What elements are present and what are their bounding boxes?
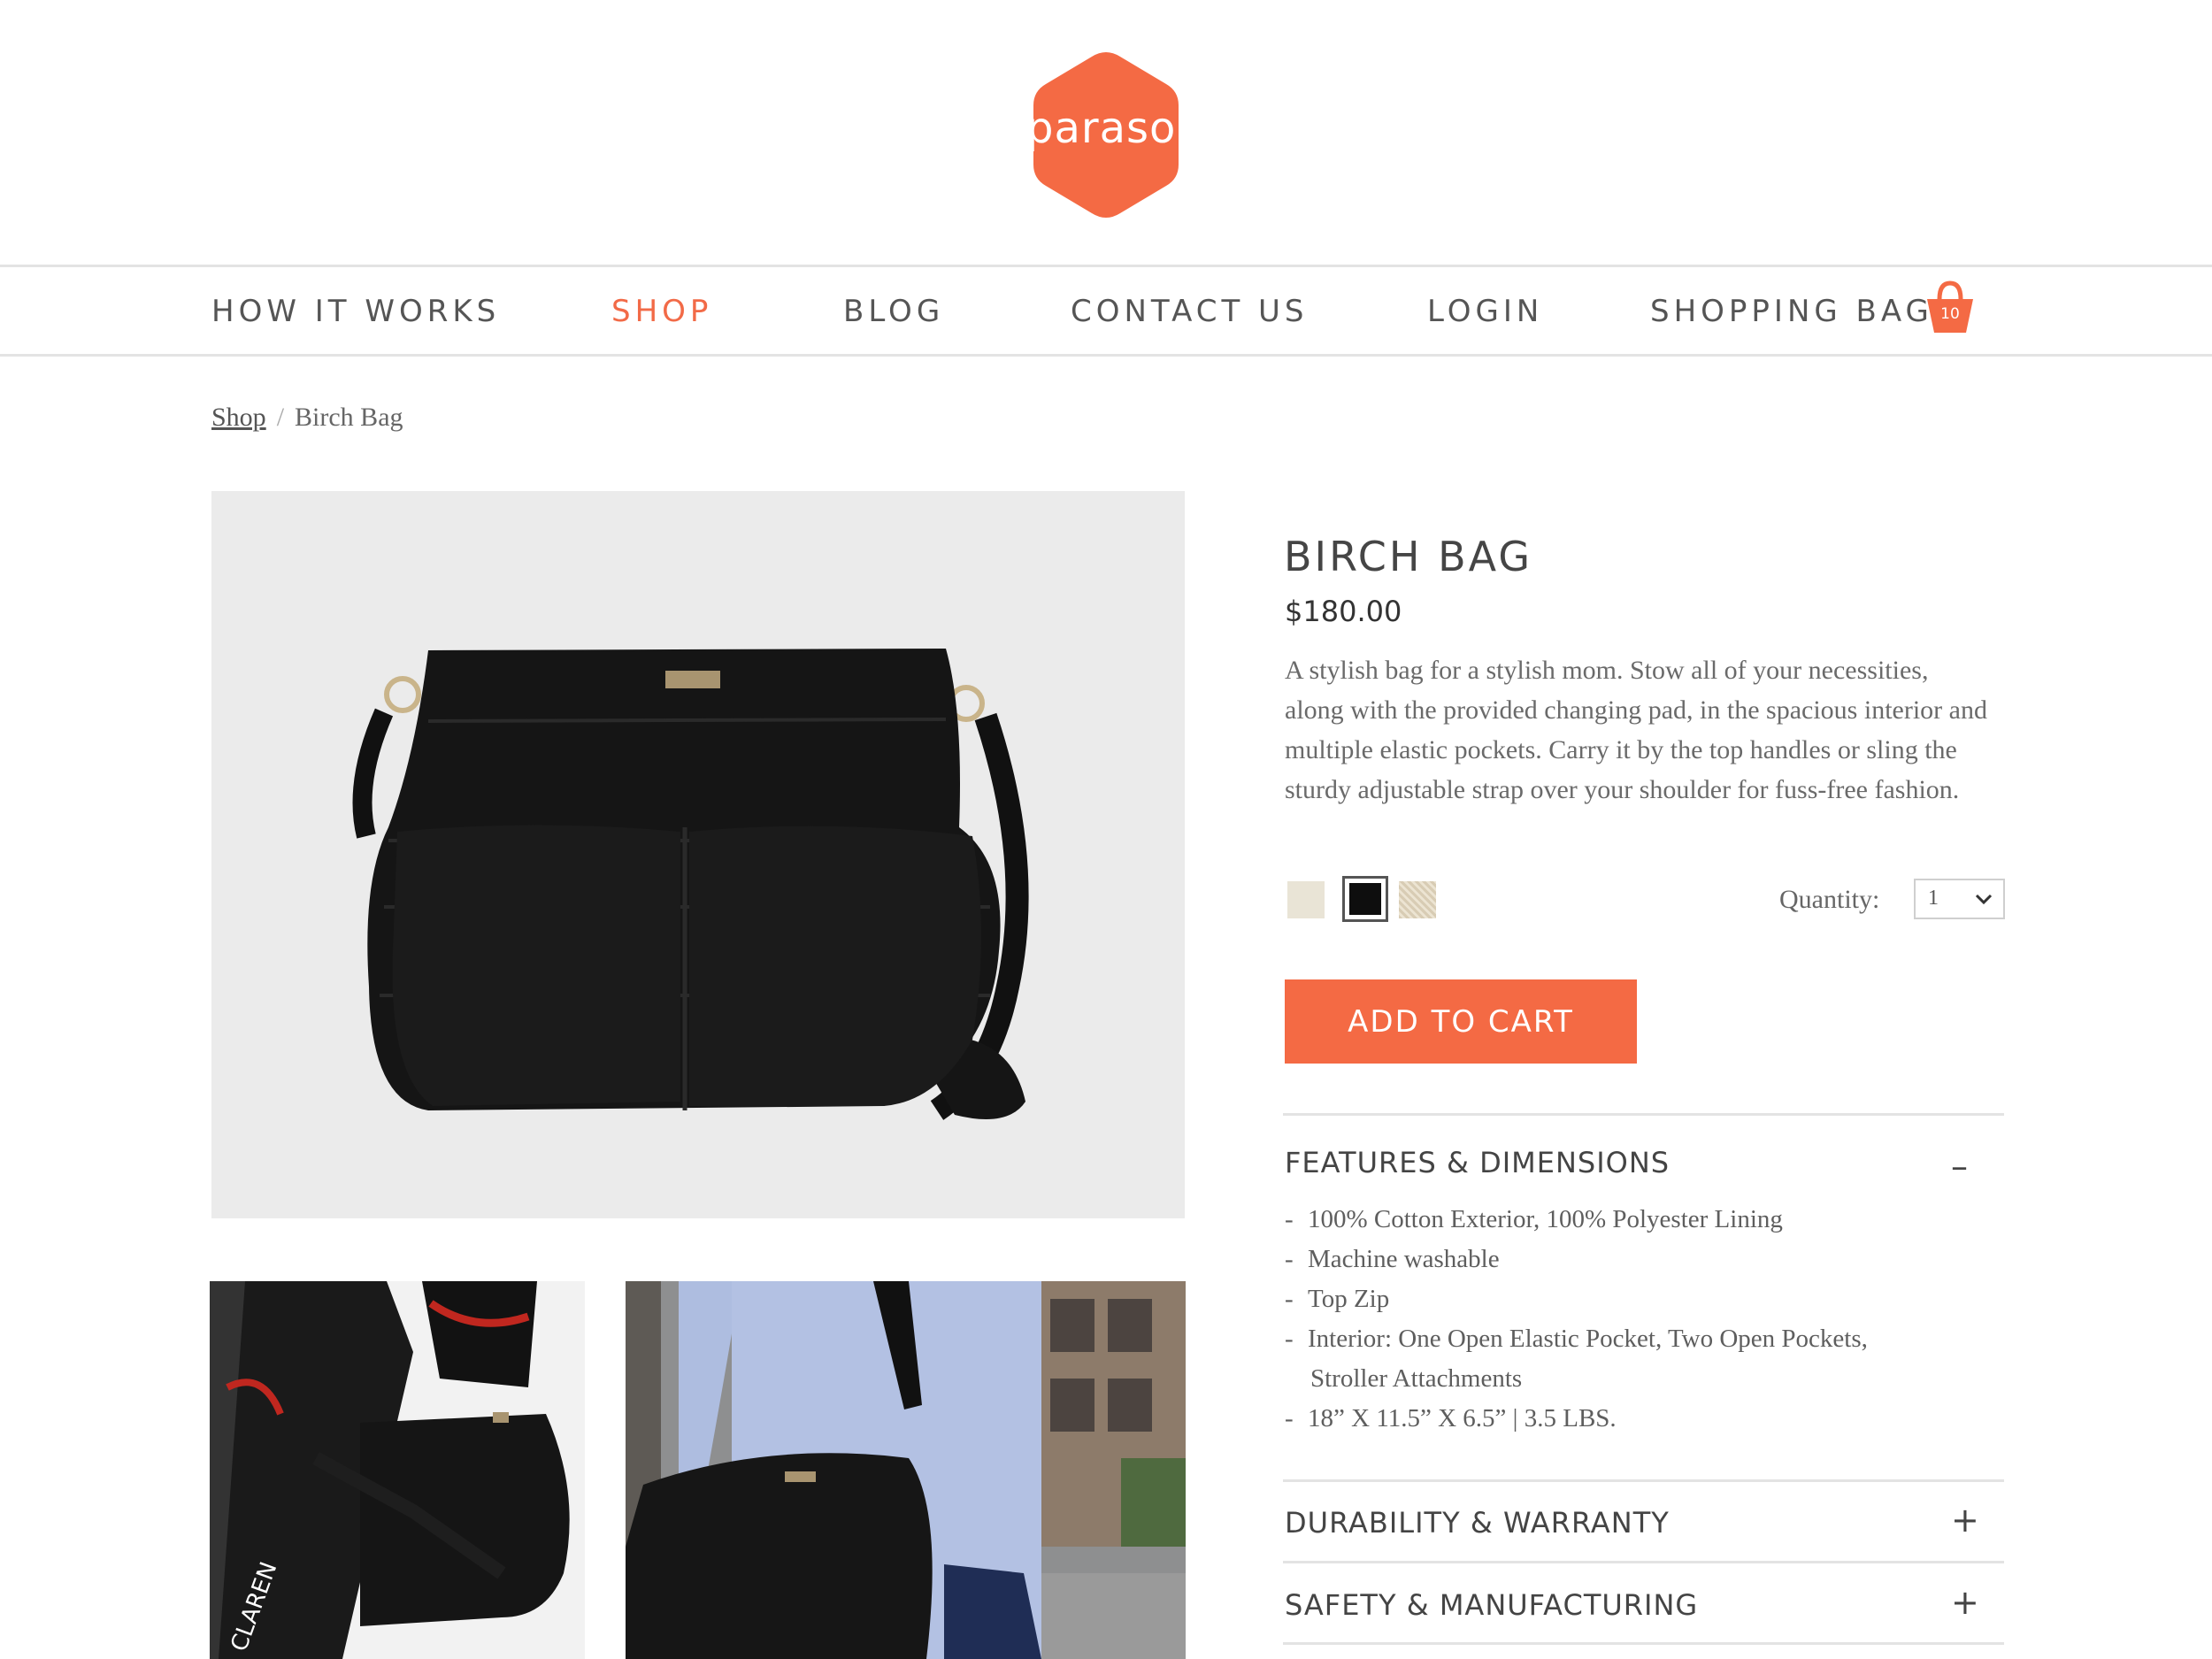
brand-logo[interactable]: parasol bbox=[1026, 49, 1189, 221]
brand-name: parasol bbox=[1026, 104, 1189, 153]
product-main-image[interactable] bbox=[211, 491, 1185, 1218]
accordion-features-title[interactable]: FEATURES & DIMENSIONS bbox=[1285, 1146, 1670, 1179]
divider bbox=[1283, 1561, 2004, 1563]
stroller-photo: CLAREN bbox=[210, 1281, 585, 1659]
nav-contact-us[interactable]: CONTACT US bbox=[1071, 294, 1309, 329]
nav-login[interactable]: LOGIN bbox=[1427, 294, 1543, 329]
quantity-label: Quantity: bbox=[1779, 885, 1880, 914]
breadcrumb: Shop / Birch Bag bbox=[211, 403, 403, 433]
nav-shop[interactable]: SHOP bbox=[611, 294, 712, 329]
swatch-black-fill bbox=[1349, 883, 1381, 915]
list-item: 100% Cotton Exterior, 100% Polyester Lin… bbox=[1285, 1200, 1993, 1240]
chevron-down-icon bbox=[1975, 894, 1993, 905]
nav-how-it-works[interactable]: HOW IT WORKS bbox=[211, 294, 500, 329]
list-item-continuation: Stroller Attachments bbox=[1310, 1364, 1523, 1393]
collapse-icon[interactable]: – bbox=[1951, 1147, 1968, 1186]
quantity-select[interactable]: 1 bbox=[1914, 879, 2005, 919]
product-title: BIRCH BAG bbox=[1284, 533, 1532, 580]
accordion-durability-title[interactable]: DURABILITY & WARRANTY bbox=[1285, 1506, 1670, 1540]
bag-count-badge: 10 bbox=[1940, 305, 1960, 323]
nav-shopping-bag[interactable]: SHOPPING BAG bbox=[1650, 294, 1933, 329]
product-thumbnail-model[interactable] bbox=[626, 1281, 1186, 1659]
accordion-safety-title[interactable]: SAFETY & MANUFACTURING bbox=[1285, 1588, 1698, 1622]
product-price: $180.00 bbox=[1285, 595, 1402, 628]
list-item: Machine washable bbox=[1285, 1240, 1993, 1279]
divider bbox=[1283, 1113, 2004, 1116]
bag-illustration bbox=[352, 649, 1029, 1120]
list-item: Interior: One Open Elastic Pocket, Two O… bbox=[1285, 1319, 1993, 1359]
expand-icon[interactable]: + bbox=[1951, 1501, 1979, 1540]
main-nav: HOW IT WORKS SHOP BLOG CONTACT US LOGIN … bbox=[0, 265, 2212, 357]
model-photo bbox=[626, 1281, 1186, 1659]
swatch-black-selected[interactable] bbox=[1342, 876, 1388, 922]
breadcrumb-shop-link[interactable]: Shop bbox=[211, 403, 266, 432]
features-list: 100% Cotton Exterior, 100% Polyester Lin… bbox=[1285, 1200, 1993, 1439]
add-to-cart-button[interactable]: ADD TO CART bbox=[1285, 979, 1637, 1064]
swatch-cream[interactable] bbox=[1287, 881, 1325, 918]
quantity-value: 1 bbox=[1928, 887, 1939, 910]
breadcrumb-separator: / bbox=[276, 403, 285, 432]
divider bbox=[1283, 1642, 2004, 1645]
breadcrumb-current: Birch Bag bbox=[295, 403, 403, 432]
list-item: Top Zip bbox=[1285, 1279, 1993, 1319]
list-item: 18” X 11.5” X 6.5” | 3.5 LBS. bbox=[1285, 1399, 1993, 1439]
product-description: A stylish bag for a stylish mom. Stow al… bbox=[1285, 656, 1987, 804]
divider bbox=[1283, 1479, 2004, 1482]
swatch-gold[interactable] bbox=[1399, 881, 1436, 918]
nav-blog[interactable]: BLOG bbox=[843, 294, 944, 329]
product-thumbnail-stroller[interactable]: CLAREN bbox=[210, 1281, 585, 1659]
expand-icon[interactable]: + bbox=[1951, 1583, 1979, 1622]
